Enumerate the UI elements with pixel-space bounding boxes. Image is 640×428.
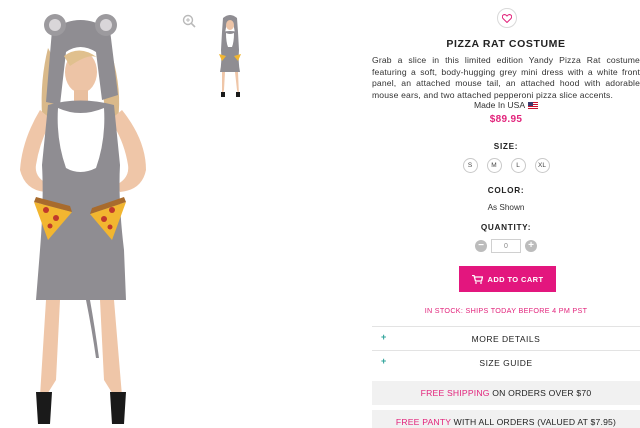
size-option-l[interactable]: L — [510, 158, 526, 173]
product-price: $89.95 — [489, 114, 523, 125]
made-in-text: Made In USA — [473, 100, 526, 110]
product-thumbnail[interactable] — [211, 10, 249, 98]
product-gallery — [0, 0, 200, 428]
color-value: As Shown — [487, 203, 525, 212]
usa-flag-icon — [528, 102, 539, 110]
quantity-stepper: − + — [372, 239, 640, 253]
made-in: Made In USA — [372, 100, 640, 110]
color-label: COLOR: — [487, 186, 525, 195]
size-guide-label: SIZE GUIDE — [479, 358, 533, 368]
main-product-image[interactable] — [0, 0, 200, 428]
quantity-increase-button[interactable]: + — [525, 240, 537, 252]
product-title: PIZZA RAT COSTUME — [446, 38, 566, 50]
add-to-cart-label: ADD TO CART — [487, 274, 544, 284]
stock-status: IN STOCK: SHIPS TODAY BEFORE 4 PM PST — [424, 306, 588, 315]
free-panty-banner: FREE PANTY WITH ALL ORDERS (VALUED AT $7… — [372, 410, 640, 428]
product-info: PIZZA RAT COSTUME Grab a slice in this l… — [372, 0, 640, 428]
free-shipping-banner: FREE SHIPPING ON ORDERS OVER $70 — [372, 381, 640, 405]
quantity-input[interactable] — [491, 239, 521, 253]
promo-text: WITH ALL ORDERS (VALUED AT $7.95) — [451, 417, 617, 427]
heart-icon — [502, 13, 512, 23]
quantity-label: QUANTITY: — [480, 223, 532, 232]
zoom-icon[interactable] — [181, 14, 197, 30]
cart-icon — [471, 274, 483, 284]
size-option-xl[interactable]: XL — [534, 158, 550, 173]
wishlist-button[interactable] — [497, 8, 517, 28]
more-details-label: MORE DETAILS — [471, 334, 541, 344]
promo-text: ON ORDERS OVER $70 — [489, 388, 592, 398]
product-description: Grab a slice in this limited edition Yan… — [372, 55, 640, 100]
add-to-cart-button[interactable]: ADD TO CART — [459, 266, 556, 292]
promo-highlight: FREE SHIPPING — [420, 388, 490, 398]
size-options: S M L XL — [372, 158, 640, 173]
more-details-accordion[interactable]: + MORE DETAILS — [372, 326, 640, 350]
size-label: SIZE: — [493, 142, 519, 151]
size-option-m[interactable]: M — [486, 158, 502, 173]
promo-highlight: FREE PANTY — [395, 417, 452, 427]
size-guide-accordion[interactable]: + SIZE GUIDE — [372, 350, 640, 374]
quantity-decrease-button[interactable]: − — [475, 240, 487, 252]
size-option-s[interactable]: S — [462, 158, 478, 173]
